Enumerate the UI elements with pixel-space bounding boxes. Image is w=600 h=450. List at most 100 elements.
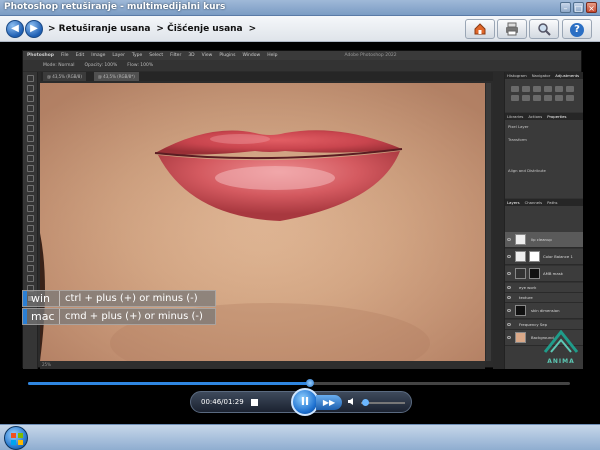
volume-slider[interactable] xyxy=(361,399,405,406)
adjustment-icon xyxy=(555,95,563,101)
adjustment-icon xyxy=(533,86,541,92)
speaker-icon-glyph xyxy=(348,398,353,405)
ps-option: Mode: Normal xyxy=(43,63,75,68)
crop-tool-icon xyxy=(26,115,34,122)
layer-name: Frequency Sep xyxy=(519,322,547,327)
shape-tool-icon xyxy=(26,255,34,262)
eye-icon[interactable] xyxy=(507,286,511,289)
ps-menu-bar: Photoshop File Edit Image Layer Type Sel… xyxy=(23,51,581,60)
platform-label: win xyxy=(31,292,51,305)
layer-thumbnail xyxy=(515,332,526,343)
back-button[interactable]: ◀ xyxy=(6,20,24,38)
seek-handle[interactable] xyxy=(305,379,314,387)
healing-tool-icon xyxy=(26,145,34,152)
panel-tab: Channels xyxy=(524,200,543,205)
volume-handle[interactable] xyxy=(362,399,370,406)
ps-canvas-scrollbar[interactable] xyxy=(486,83,491,361)
select-tool-icon xyxy=(26,105,34,112)
forward-button[interactable]: ▶ xyxy=(25,20,43,38)
adjustment-icon xyxy=(533,95,541,101)
ps-menu-item: Image xyxy=(91,53,106,58)
panel-tab: Navigator xyxy=(531,73,551,78)
windows-logo-icon xyxy=(11,433,23,445)
maximize-button[interactable]: □ xyxy=(573,2,584,13)
stop-button[interactable] xyxy=(251,399,258,406)
ps-menu-item: Layer xyxy=(112,53,125,58)
help-button[interactable]: ? xyxy=(562,19,592,39)
layer-row[interactable]: texture xyxy=(505,293,583,303)
breadcrumb-item[interactable]: > Čišćenje usana xyxy=(156,24,242,34)
ps-menu-item: Plugins xyxy=(219,53,236,58)
panel-tab: Paths xyxy=(547,200,558,205)
ps-menu-item: 3D xyxy=(188,53,195,58)
divider xyxy=(59,309,60,324)
layers-options xyxy=(505,206,583,232)
panel-tab: Properties xyxy=(547,114,567,119)
layer-row[interactable]: skin dimension xyxy=(505,303,583,319)
eye-icon[interactable] xyxy=(507,309,511,312)
eye-icon[interactable] xyxy=(507,296,511,299)
adjustment-icon xyxy=(544,86,552,92)
eye-icon[interactable] xyxy=(507,255,511,258)
adjustment-icons xyxy=(511,86,574,101)
search-icon xyxy=(538,23,551,36)
panel-tab: Actions xyxy=(528,114,543,119)
properties-panel: Pixel Layer Transform Align and Distribu… xyxy=(505,120,583,198)
layer-thumbnail xyxy=(515,305,526,316)
divider xyxy=(59,291,60,306)
panel-tab: Adjustments xyxy=(555,73,580,78)
eye-icon[interactable] xyxy=(507,238,511,241)
help-icon: ? xyxy=(570,23,584,37)
layer-thumbnail xyxy=(515,234,526,245)
ps-menu-item: File xyxy=(61,53,69,58)
ps-panel-icon-strip xyxy=(493,72,505,369)
adjustment-icon xyxy=(511,86,519,92)
fast-forward-button[interactable]: ▶▶ xyxy=(316,395,342,410)
shortcut-text: ctrl + plus (+) or minus (-) xyxy=(65,293,198,304)
home-button[interactable] xyxy=(465,19,495,39)
start-button[interactable] xyxy=(4,426,28,450)
accent-stripe xyxy=(23,291,27,306)
minimize-button[interactable]: – xyxy=(560,2,571,13)
layer-name: AMB mask xyxy=(543,271,563,276)
eye-icon[interactable] xyxy=(507,323,511,326)
layer-row[interactable]: eye work xyxy=(505,283,583,293)
speaker-icon[interactable] xyxy=(347,397,356,409)
ps-menu-item: Select xyxy=(149,53,164,58)
shortcut-text: cmd + plus (+) or minus (-) xyxy=(65,311,203,322)
adjustment-icon xyxy=(522,86,530,92)
print-button[interactable] xyxy=(497,19,527,39)
seek-bar[interactable] xyxy=(28,379,570,387)
layer-row[interactable]: lip cleanup xyxy=(505,232,583,248)
platform-label: mac xyxy=(31,310,55,323)
marquee-tool-icon xyxy=(26,85,34,92)
layer-thumbnail xyxy=(515,251,526,262)
ps-menu-item: Filter xyxy=(170,53,182,58)
ps-doc-tab: @ 43,5% (RGB/8*) xyxy=(93,72,139,81)
ps-panel-tabs-top: Histogram Navigator Adjustments xyxy=(505,72,583,79)
accent-stripe xyxy=(23,309,27,324)
eye-icon[interactable] xyxy=(507,272,511,275)
breadcrumb-item[interactable]: > Retuširanje usana xyxy=(48,24,150,34)
close-button[interactable]: × xyxy=(586,2,597,13)
layer-mask xyxy=(529,251,540,262)
taskbar xyxy=(0,424,600,450)
course-nav-bar: ◀ ▶ > Retuširanje usana > Čišćenje usana… xyxy=(0,16,600,42)
adjustment-icon xyxy=(566,86,574,92)
properties-section: Align and Distribute xyxy=(508,168,546,173)
home-icon xyxy=(474,23,486,35)
search-button[interactable] xyxy=(529,19,559,39)
layer-row[interactable]: Color Balance 1 xyxy=(505,249,583,265)
eye-icon[interactable] xyxy=(507,336,511,339)
properties-section: Transform xyxy=(508,137,527,142)
blur-tool-icon xyxy=(26,205,34,212)
frame-tool-icon xyxy=(26,125,34,132)
ps-menu-item: Help xyxy=(267,53,278,58)
layer-row[interactable]: Frequency Sep xyxy=(505,320,583,330)
layer-row[interactable]: AMB mask xyxy=(505,266,583,282)
breadcrumb-separator: > xyxy=(248,24,257,34)
player-controls: 00:46/01:29 II ▶▶ xyxy=(190,388,412,416)
ps-panel-tabs-layers: Layers Channels Paths xyxy=(505,199,583,206)
pause-button[interactable]: II xyxy=(291,388,319,416)
ps-options-bar: Mode: Normal Opacity: 100% Flow: 100% xyxy=(23,60,581,71)
